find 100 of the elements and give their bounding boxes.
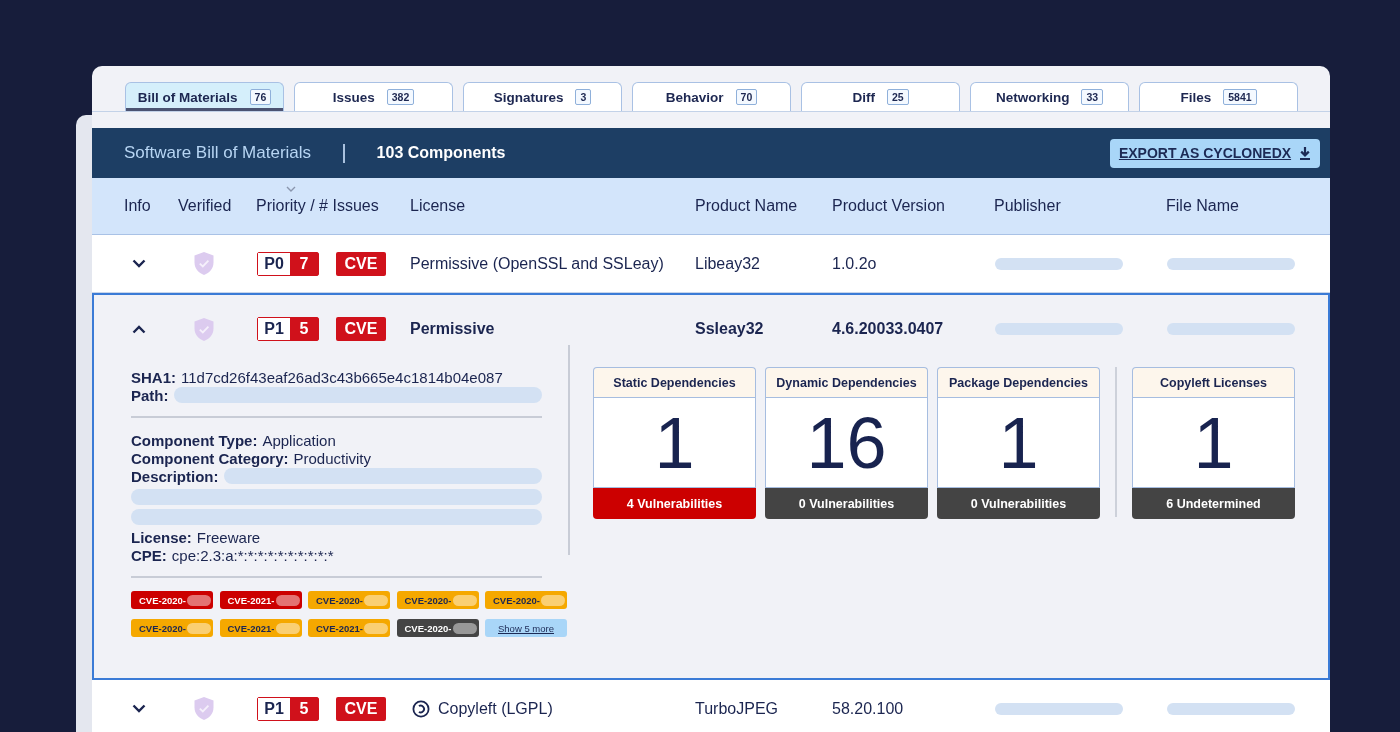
cve-id: CVE-2021- <box>316 622 363 634</box>
license-text: Copyleft (LGPL) <box>438 699 553 718</box>
cve-chip[interactable]: CVE-2020- <box>131 619 213 637</box>
column-header[interactable]: Priority / # Issues <box>256 197 379 214</box>
chevron-down-icon[interactable] <box>132 259 146 268</box>
shield-check-icon <box>193 251 215 276</box>
stat-title: Package Dependencies <box>937 367 1100 397</box>
column-header[interactable]: Info <box>124 197 151 214</box>
stat-value: 1 <box>654 406 695 479</box>
product-name: Libeay32 <box>695 254 760 272</box>
tab[interactable]: Issues 382 <box>294 82 453 111</box>
license-text: Permissive <box>410 320 495 338</box>
field-label: SHA1: <box>131 368 176 386</box>
cve-chip[interactable]: CVE-2021- <box>219 591 302 609</box>
chevron-up-icon[interactable] <box>132 324 146 334</box>
cve-chip[interactable]: CVE-2021- <box>219 619 302 637</box>
cve-chip[interactable]: CVE-2020- <box>485 591 567 609</box>
export-button[interactable]: EXPORT AS CYCLONEDX <box>1110 138 1320 168</box>
stat-title: Static Dependencies <box>593 367 756 397</box>
tab[interactable]: Behavior 70 <box>632 82 791 111</box>
cve-id: CVE-2021- <box>227 622 275 634</box>
stat-footer: 4 Vulnerabilities <box>593 488 756 519</box>
tab-count: 25 <box>886 89 909 105</box>
shield-check-icon <box>193 696 215 721</box>
cve-tag: CVE <box>336 251 386 276</box>
shield-check-icon <box>193 316 215 342</box>
cve-tag: CVE <box>336 317 386 341</box>
stat-footer: 6 Undetermined <box>1132 488 1295 519</box>
chevron-down-icon[interactable] <box>132 704 146 713</box>
column-header[interactable]: File Name <box>1166 197 1239 214</box>
product-name: Ssleay32 <box>695 320 764 337</box>
cve-chip[interactable]: CVE-2020- <box>308 591 390 609</box>
field-value: cpe:2.3:a:*:*:*:*:*:*:*:*:*:* <box>171 546 334 564</box>
redacted-pill <box>452 594 477 606</box>
redacted-pill <box>187 594 211 606</box>
component-count: 103 Components <box>376 144 506 162</box>
cve-id: CVE-2020- <box>493 594 540 606</box>
product-version: 4.6.20033.0407 <box>832 320 944 337</box>
redacted-pill <box>541 594 565 606</box>
tab-count: 3 <box>575 89 592 105</box>
tab[interactable]: Diff 25 <box>801 82 960 111</box>
cve-id: CVE-2020- <box>139 622 186 634</box>
issue-count: 5 <box>290 318 318 340</box>
cve-id: CVE-2020- <box>404 622 452 634</box>
cve-chip[interactable]: CVE-2020- <box>131 591 213 609</box>
tab[interactable]: Signatures 3 <box>463 82 622 111</box>
priority-level: P1 <box>258 318 290 340</box>
cve-id: CVE-2020- <box>316 594 363 606</box>
tab-count: 70 <box>735 89 758 105</box>
stat-title: Dynamic Dependencies <box>765 367 928 397</box>
stat-value: 1 <box>998 406 1039 479</box>
tab[interactable]: Bill of Materials 76 <box>125 82 284 111</box>
cve-id: CVE-2021- <box>227 594 275 606</box>
redacted-pill <box>275 594 300 606</box>
field-value: 11d7cd26f43eaf26ad3c43b665e4c1814b04e087 <box>181 368 503 386</box>
product-version: 58.20.100 <box>832 699 904 717</box>
tab-count: 382 <box>386 89 415 105</box>
stat-value: 1 <box>1193 406 1234 479</box>
redacted-pill <box>187 622 211 634</box>
issue-count: 5 <box>290 697 318 720</box>
field-label: Component Type: <box>131 431 258 449</box>
cve-chip[interactable]: CVE-2020- <box>396 591 479 609</box>
field-label: Component Category: <box>131 449 289 467</box>
tab-count: 76 <box>249 89 272 105</box>
field-label: Path: <box>131 386 169 404</box>
field-value: Application <box>262 431 336 449</box>
field-label: Description: <box>131 467 219 485</box>
tab-count: 5841 <box>1223 89 1257 105</box>
download-icon <box>1299 146 1312 160</box>
tab-count: 33 <box>1081 89 1104 105</box>
cve-chip[interactable]: CVE-2021- <box>308 619 390 637</box>
cve-tag: CVE <box>336 696 386 721</box>
column-header[interactable]: Verified <box>178 197 232 214</box>
issue-count: 7 <box>290 252 318 275</box>
field-value: Freeware <box>196 528 261 546</box>
redacted-pill <box>364 622 388 634</box>
stat-footer: 0 Vulnerabilities <box>937 488 1100 519</box>
column-header[interactable]: License <box>410 197 466 214</box>
redacted-pill <box>275 622 300 634</box>
tab[interactable]: Files 5841 <box>1139 82 1298 111</box>
column-header[interactable]: Product Name <box>695 197 798 214</box>
column-header[interactable]: Product Version <box>832 197 945 214</box>
cve-chip[interactable]: CVE-2020- <box>396 619 479 637</box>
field-label: CPE: <box>131 546 167 564</box>
show-more-link[interactable]: Show 5 more <box>485 619 567 637</box>
field-value: Productivity <box>293 449 372 467</box>
redacted-pill <box>364 594 388 606</box>
license-text: Permissive (OpenSSL and SSLeay) <box>410 254 664 273</box>
redacted-pill <box>452 622 477 634</box>
field-label: License: <box>131 528 192 546</box>
stat-footer: 0 Vulnerabilities <box>765 488 928 519</box>
stat-title: Copyleft Licenses <box>1132 367 1295 397</box>
cve-id: CVE-2020- <box>404 594 452 606</box>
product-name: TurboJPEG <box>695 699 778 717</box>
cve-id: CVE-2020- <box>139 594 186 606</box>
tab[interactable]: Networking 33 <box>970 82 1129 111</box>
stat-value: 16 <box>806 406 887 479</box>
product-version: 1.0.2o <box>832 254 877 272</box>
copyleft-icon <box>412 699 430 718</box>
column-header[interactable]: Publisher <box>994 197 1061 214</box>
